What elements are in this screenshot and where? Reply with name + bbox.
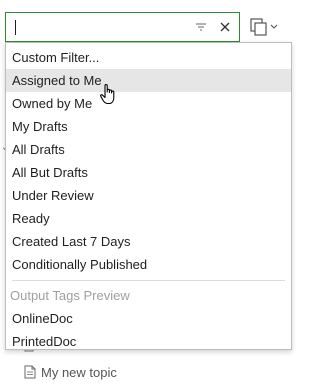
menu-item-under-review[interactable]: Under Review: [6, 184, 291, 207]
menu-item-owned-by-me[interactable]: Owned by Me: [6, 92, 291, 115]
filter-lines-icon[interactable]: [191, 17, 211, 37]
copy-stack-icon: [250, 18, 267, 36]
menu-separator: [12, 280, 285, 281]
menu-item-conditionally-published[interactable]: Conditionally Published: [6, 253, 291, 276]
text-caret: [15, 20, 16, 35]
close-icon[interactable]: [215, 17, 235, 37]
menu-item-online-doc[interactable]: OnlineDoc: [6, 307, 291, 330]
menu-item-all-drafts[interactable]: All Drafts: [6, 138, 291, 161]
tree-item-label: My new topic: [41, 364, 117, 380]
menu-item-custom-filter[interactable]: Custom Filter...: [6, 46, 291, 69]
views-menu-button[interactable]: [250, 15, 282, 39]
document-icon: [24, 365, 36, 379]
menu-item-ready[interactable]: Ready: [6, 207, 291, 230]
menu-item-created-last-7-days[interactable]: Created Last 7 Days: [6, 230, 291, 253]
tree-item-topic[interactable]: My new topic: [24, 362, 117, 382]
filter-dropdown-menu: Custom Filter... Assigned to Me Owned by…: [5, 42, 292, 350]
filter-search-box[interactable]: [5, 12, 240, 42]
menu-item-all-but-drafts[interactable]: All But Drafts: [6, 161, 291, 184]
filter-options-list: Custom Filter... Assigned to Me Owned by…: [6, 43, 291, 353]
menu-item-assigned-to-me[interactable]: Assigned to Me: [6, 69, 291, 92]
app-root: ⌄ My new topic: [0, 0, 315, 387]
chevron-down-icon: [270, 24, 278, 29]
menu-section-header: Output Tags Preview: [10, 288, 130, 303]
menu-item-my-drafts[interactable]: My Drafts: [6, 115, 291, 138]
menu-item-printed-doc[interactable]: PrintedDoc: [6, 330, 291, 353]
filter-input[interactable]: [12, 15, 191, 39]
